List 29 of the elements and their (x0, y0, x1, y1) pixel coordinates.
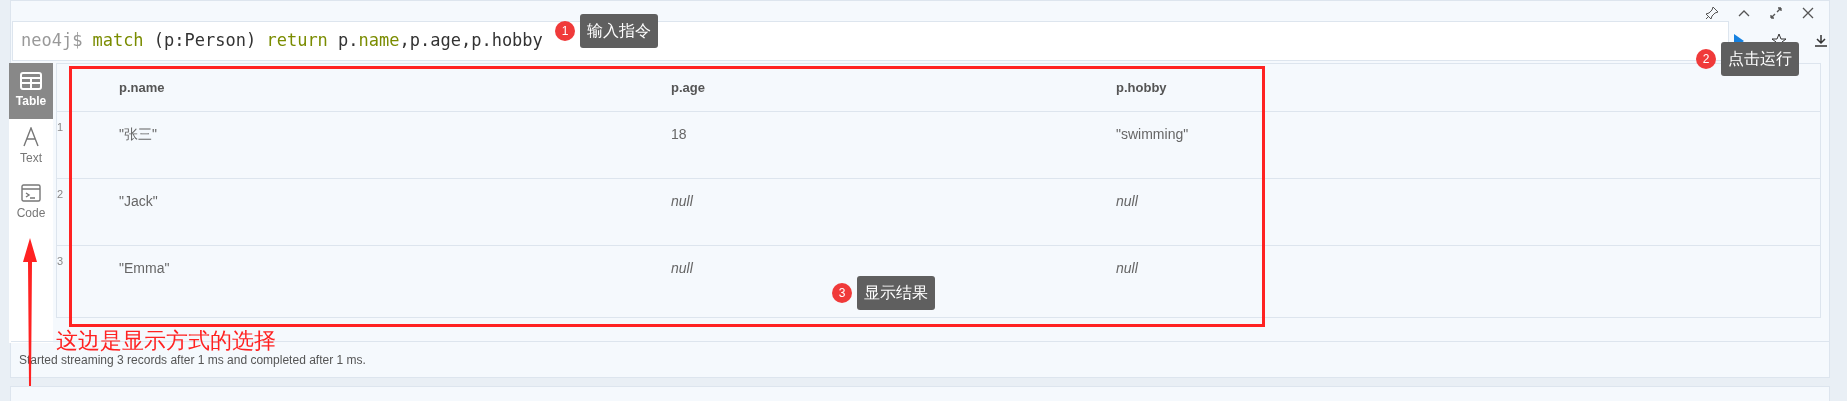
table-cell: "Emma" (119, 260, 170, 276)
prompt: neo4j$ (21, 29, 83, 53)
table-cell: null (671, 193, 693, 209)
letter-a-icon (22, 127, 40, 147)
table-cell: "张三" (119, 126, 157, 142)
tooltip: 显示结果 (857, 276, 935, 310)
download-icon[interactable] (1813, 33, 1829, 49)
table-cell: "swimming" (1116, 126, 1189, 142)
table-cell: null (671, 260, 693, 276)
terminal-icon (21, 184, 41, 202)
column-header: p.hobby (1116, 79, 1167, 95)
view-tab[interactable]: Table (9, 63, 53, 119)
table-icon (20, 72, 42, 90)
annotation-note: 这边是显示方式的选择 (56, 330, 276, 352)
query-text: match (p:Person) return p.name,p.age,p.hobby (92, 29, 543, 53)
table-cell: "Jack" (119, 193, 158, 209)
expand-icon[interactable] (1769, 6, 1783, 20)
column-header: p.age (671, 79, 705, 95)
tooltip: 点击运行 (1721, 42, 1799, 76)
close-icon[interactable] (1801, 6, 1815, 20)
column-header: p.name (119, 79, 165, 95)
table-cell: 18 (671, 126, 687, 142)
table-cell: null (1116, 260, 1138, 276)
row-number: 2 (57, 188, 64, 200)
pin-icon[interactable] (1705, 6, 1719, 20)
tooltip: 输入指令 (580, 14, 658, 48)
row-number: 3 (57, 255, 64, 267)
row-number: 1 (57, 121, 64, 133)
table-cell: null (1116, 193, 1138, 209)
